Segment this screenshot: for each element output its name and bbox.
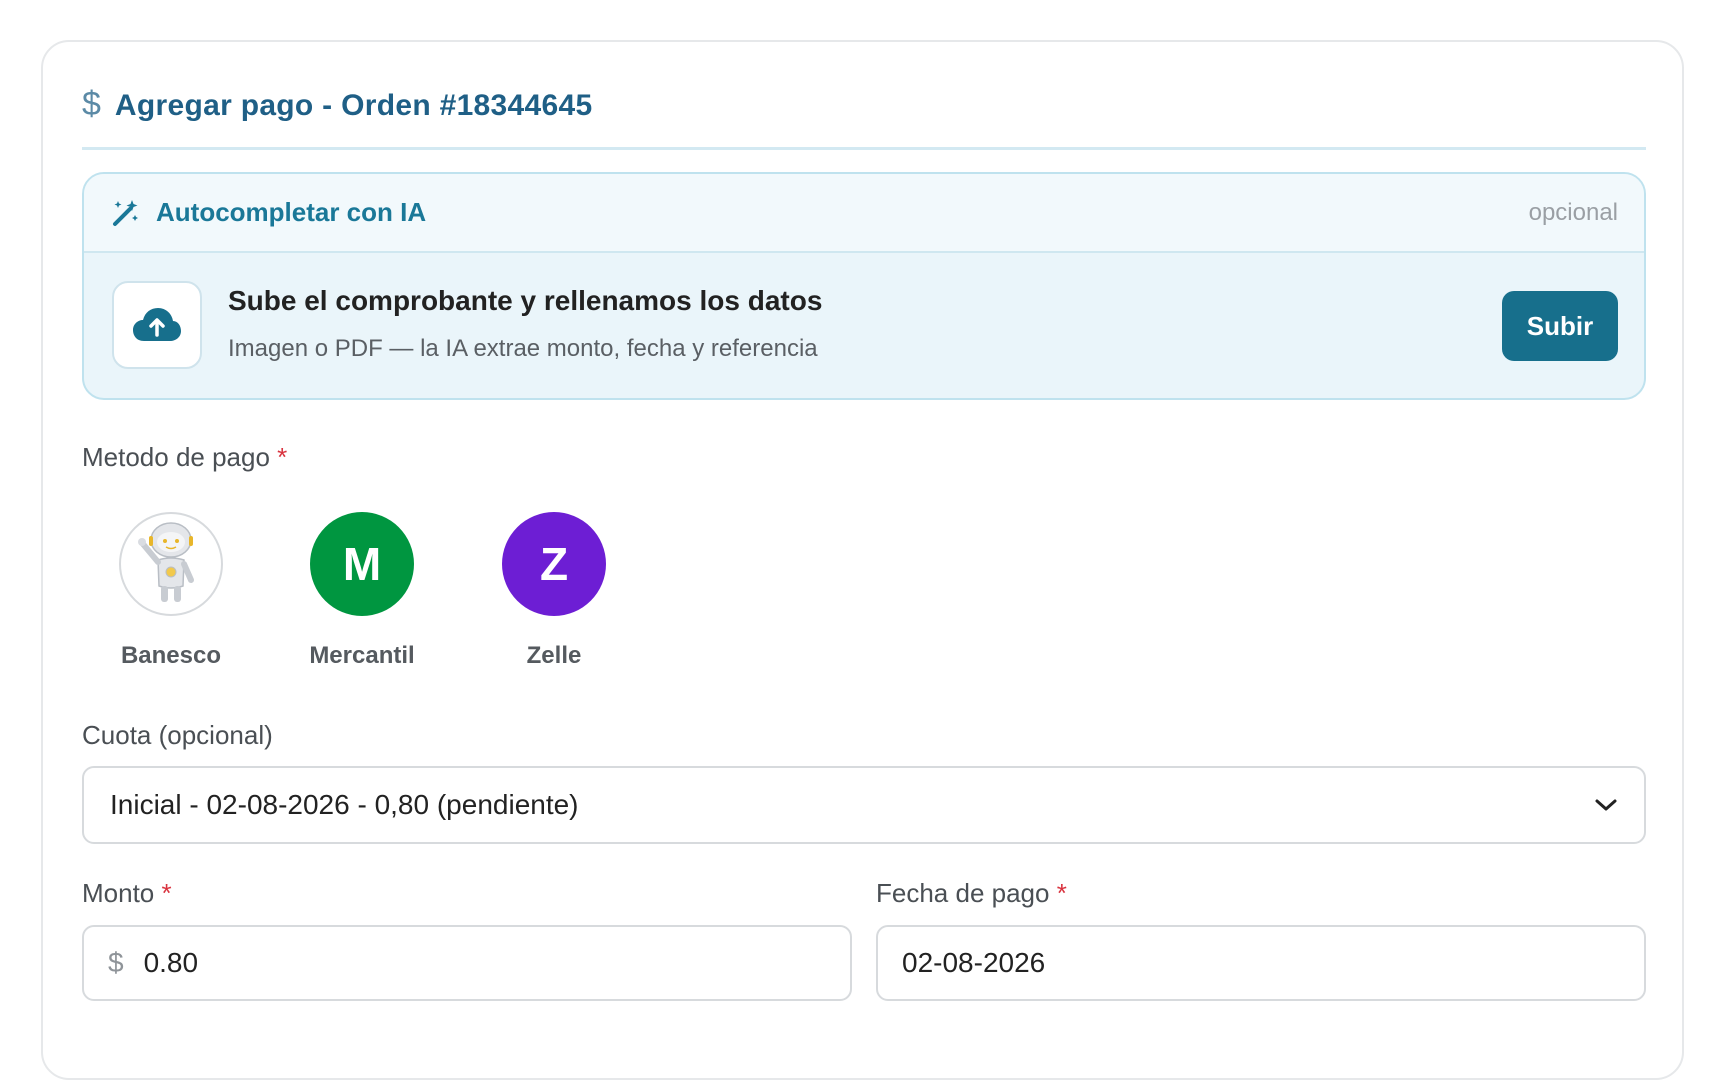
page-title: Agregar pago - Orden #18344645 bbox=[114, 89, 593, 122]
currency-prefix: $ bbox=[108, 947, 124, 978]
mercantil-avatar: M bbox=[310, 512, 414, 616]
installment-select[interactable]: Inicial - 02-08-2026 - 0,80 (pendiente) bbox=[82, 766, 1646, 844]
required-mark: * bbox=[161, 878, 172, 908]
installment-label: Cuota (opcional) bbox=[82, 720, 273, 750]
ai-autocomplete-panel: Autocompletar con IA opcional Sube el co… bbox=[82, 172, 1646, 400]
robot-mascot-icon bbox=[119, 512, 223, 616]
payment-method-name: Banesco bbox=[120, 642, 222, 669]
magic-wand-icon bbox=[113, 199, 138, 226]
upload-button[interactable]: Subir bbox=[1502, 291, 1618, 361]
upload-subtext: Imagen o PDF — la IA extrae monto, fecha… bbox=[228, 335, 818, 362]
payment-method-mercantil[interactable]: M Mercantil bbox=[302, 512, 422, 670]
dollar-icon: $ bbox=[82, 85, 101, 123]
payment-date-value: 02-08-2026 bbox=[902, 947, 1046, 978]
upload-dropzone[interactable] bbox=[112, 281, 202, 369]
zelle-avatar: Z bbox=[502, 512, 606, 616]
optional-badge: opcional bbox=[1528, 198, 1618, 226]
payment-date-input[interactable]: 02-08-2026 bbox=[876, 925, 1646, 1001]
dialog-header: $ Agregar pago - Orden #18344645 bbox=[82, 84, 1646, 150]
installment-selected-value: Inicial - 02-08-2026 - 0,80 (pendiente) bbox=[110, 789, 579, 820]
ai-panel-header: Autocompletar con IA opcional bbox=[84, 174, 1644, 253]
payment-method-banesco[interactable]: Banesco bbox=[111, 512, 231, 670]
payment-method-zelle[interactable]: Z Zelle bbox=[494, 512, 614, 670]
date-label: Fecha de pago * bbox=[876, 878, 1067, 908]
ai-panel-body: Sube el comprobante y rellenamos los dat… bbox=[84, 253, 1644, 398]
ai-panel-title: Autocompletar con IA bbox=[156, 197, 427, 227]
payment-method-name: Mercantil bbox=[309, 642, 415, 669]
cloud-upload-icon bbox=[133, 308, 181, 341]
amount-value: 0.80 bbox=[143, 947, 199, 978]
chevron-down-icon bbox=[1595, 799, 1617, 811]
payment-method-label: Metodo de pago * bbox=[82, 442, 288, 472]
required-mark: * bbox=[1056, 878, 1067, 908]
upload-headline: Sube el comprobante y rellenamos los dat… bbox=[228, 285, 823, 316]
required-mark: * bbox=[277, 442, 288, 472]
amount-input[interactable]: $ 0.80 bbox=[82, 925, 852, 1001]
amount-label: Monto * bbox=[82, 878, 172, 908]
payment-method-name: Zelle bbox=[526, 642, 582, 669]
